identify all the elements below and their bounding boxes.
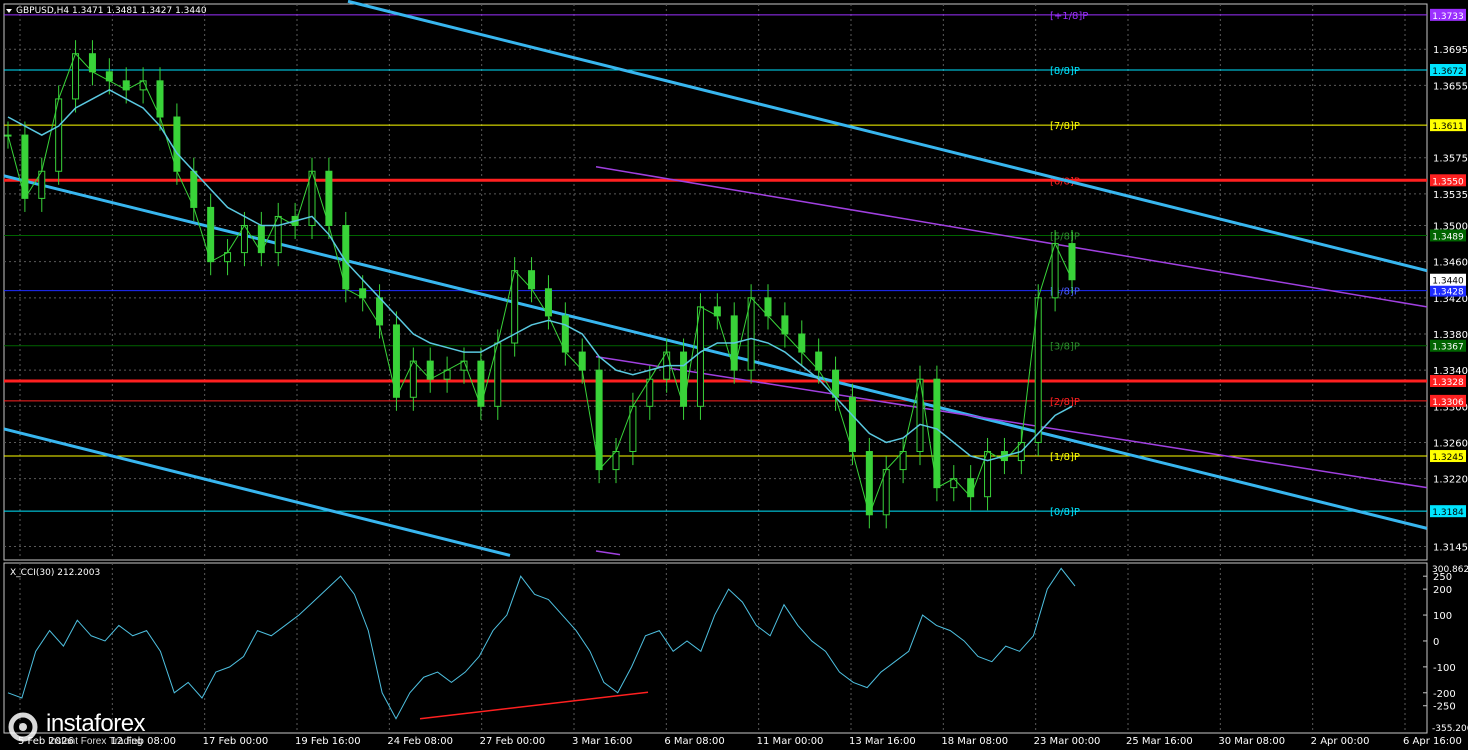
dropdown-triangle-icon	[6, 9, 12, 13]
murrey-level-label: [0/8]P	[1050, 507, 1080, 518]
price-tag-label: 1.3611	[1432, 122, 1464, 132]
price-tag-label: 1.3428	[1432, 288, 1464, 298]
price-tick-label: 1.3535	[1433, 190, 1468, 201]
murrey-level-label: [7/8]P	[1050, 121, 1080, 132]
price-tick-label: 1.3695	[1433, 45, 1468, 56]
cci-max-label: 300.8623	[1432, 565, 1468, 575]
price-tick-label: 1.3575	[1433, 154, 1468, 165]
price-tick-label: 1.3380	[1433, 330, 1468, 341]
chart-canvas[interactable]: 5 Feb 2026 12 Feb 08:00 17 Feb 00:00 19 Feb…	[0, 0, 1468, 750]
x-tick-label: 27 Feb 00:00	[480, 736, 546, 747]
x-tick-label: 23 Mar 00:00	[1034, 736, 1101, 747]
x-tick-label: 6 Apr 16:00	[1403, 736, 1462, 747]
inner-channel-upper	[595, 165, 1428, 308]
inner-channel-lower	[595, 355, 1428, 489]
price-tick-label: 1.3260	[1433, 438, 1468, 449]
x-tick-label: 18 Mar 08:00	[941, 736, 1008, 747]
price-tag-label: 1.3672	[1432, 67, 1464, 77]
instaforex-watermark: instaforex Instant Forex Trading	[4, 706, 180, 748]
x-tick-label: 3 Mar 16:00	[572, 736, 632, 747]
price-tag-label: 1.3306	[1432, 398, 1464, 408]
watermark-tagline: Instant Forex Trading	[48, 736, 143, 747]
cci-tick-label: -100	[1433, 663, 1456, 674]
x-tick-label: 11 Mar 00:00	[757, 736, 824, 747]
channel-middle-line	[3, 174, 1428, 530]
price-tag-label: 1.3328	[1432, 378, 1464, 388]
price-tick-label: 1.3460	[1433, 258, 1468, 269]
cci-tick-label: 200	[1433, 585, 1452, 596]
cci-line	[7, 567, 1076, 720]
price-tag-label: 1.3733	[1432, 12, 1464, 22]
price-tag-label: 1.3550	[1432, 177, 1464, 187]
x-tick-label: 13 Mar 16:00	[849, 736, 916, 747]
current-price-tag-label: 1.3440	[1432, 277, 1464, 287]
x-tick-label: 24 Feb 08:00	[387, 736, 453, 747]
moving-average-line	[7, 89, 1073, 462]
channel-upper-line	[347, 0, 1428, 273]
x-tick-label: 30 Mar 08:00	[1218, 736, 1285, 747]
price-tick-label: 1.3655	[1433, 81, 1468, 92]
price-tag-label: 1.3245	[1432, 453, 1464, 463]
cci-divergence-line	[419, 691, 649, 720]
price-tag-label: 1.3489	[1432, 232, 1464, 242]
x-tick-label: 19 Feb 16:00	[295, 736, 361, 747]
cci-plot-frame	[3, 562, 1428, 734]
x-tick-label: 25 Mar 16:00	[1126, 736, 1193, 747]
murrey-level-label: [5/8]P	[1050, 231, 1080, 242]
x-tick-label: 17 Feb 00:00	[203, 736, 269, 747]
price-line	[7, 52, 1073, 517]
price-candles	[4, 40, 1076, 529]
murrey-level-label: [+1/8]P	[1050, 11, 1088, 22]
x-tick-label: 2 Apr 00:00	[1311, 736, 1370, 747]
murrey-level-label: [3/8]P	[1050, 342, 1080, 353]
cci-min-label: -355.206	[1432, 724, 1468, 734]
x-tick-label: 6 Mar 08:00	[664, 736, 724, 747]
price-tag-label: 1.3367	[1432, 343, 1464, 353]
cci-label: X_CCI(30) 212.2003	[10, 568, 100, 578]
murrey-level-label: [8/8]P	[1050, 66, 1080, 77]
cci-tick-label: 100	[1433, 611, 1452, 622]
price-tick-label: 1.3145	[1433, 542, 1468, 553]
price-tag-label: 1.3184	[1432, 508, 1464, 518]
cci-tick-label: -250	[1433, 702, 1456, 713]
gear-logo-icon	[8, 712, 38, 742]
murrey-level-label: [1/8]P	[1050, 452, 1080, 463]
inner-channel-base	[595, 550, 621, 556]
symbol-header: GBPUSD,H4 1.3471 1.3481 1.3427 1.3440	[16, 6, 207, 16]
channel-lower-line	[3, 427, 511, 557]
cci-tick-label: 0	[1433, 637, 1439, 648]
watermark-brand: instaforex	[46, 710, 146, 737]
price-tick-label: 1.3220	[1433, 475, 1468, 486]
murrey-level-label: [2/8]P	[1050, 397, 1080, 408]
cci-tick-label: -200	[1433, 689, 1456, 700]
